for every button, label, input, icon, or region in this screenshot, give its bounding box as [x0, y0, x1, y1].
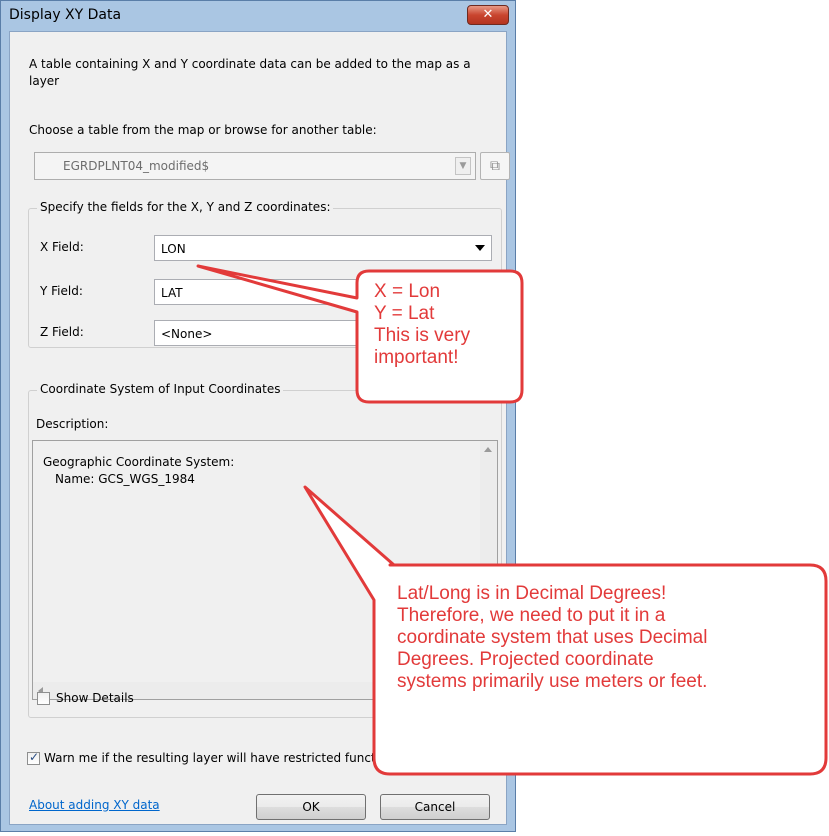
callout-1-line: This is very [374, 325, 471, 346]
callout-2-line: Therefore, we need to put it in a [397, 605, 666, 626]
callout-2-text: Lat/Long is in Decimal Degrees! Therefor… [397, 583, 707, 693]
callout-2-line: coordinate system that uses Decimal [397, 627, 708, 648]
callout-1-text: X = Lon Y = Lat This is very important! [374, 281, 470, 369]
callout-1-line: Y = Lat [374, 303, 435, 324]
callout-1-line: important! [374, 347, 459, 368]
callout-1-line: X = Lon [374, 281, 441, 302]
callout-2-line: Lat/Long is in Decimal Degrees! [397, 583, 667, 604]
callout-1-bubble [196, 264, 524, 404]
callout-2-line: Degrees. Projected coordinate [397, 649, 654, 670]
callout-overlay [196, 264, 828, 776]
callout-2-line: systems primarily use meters or feet. [397, 671, 708, 692]
